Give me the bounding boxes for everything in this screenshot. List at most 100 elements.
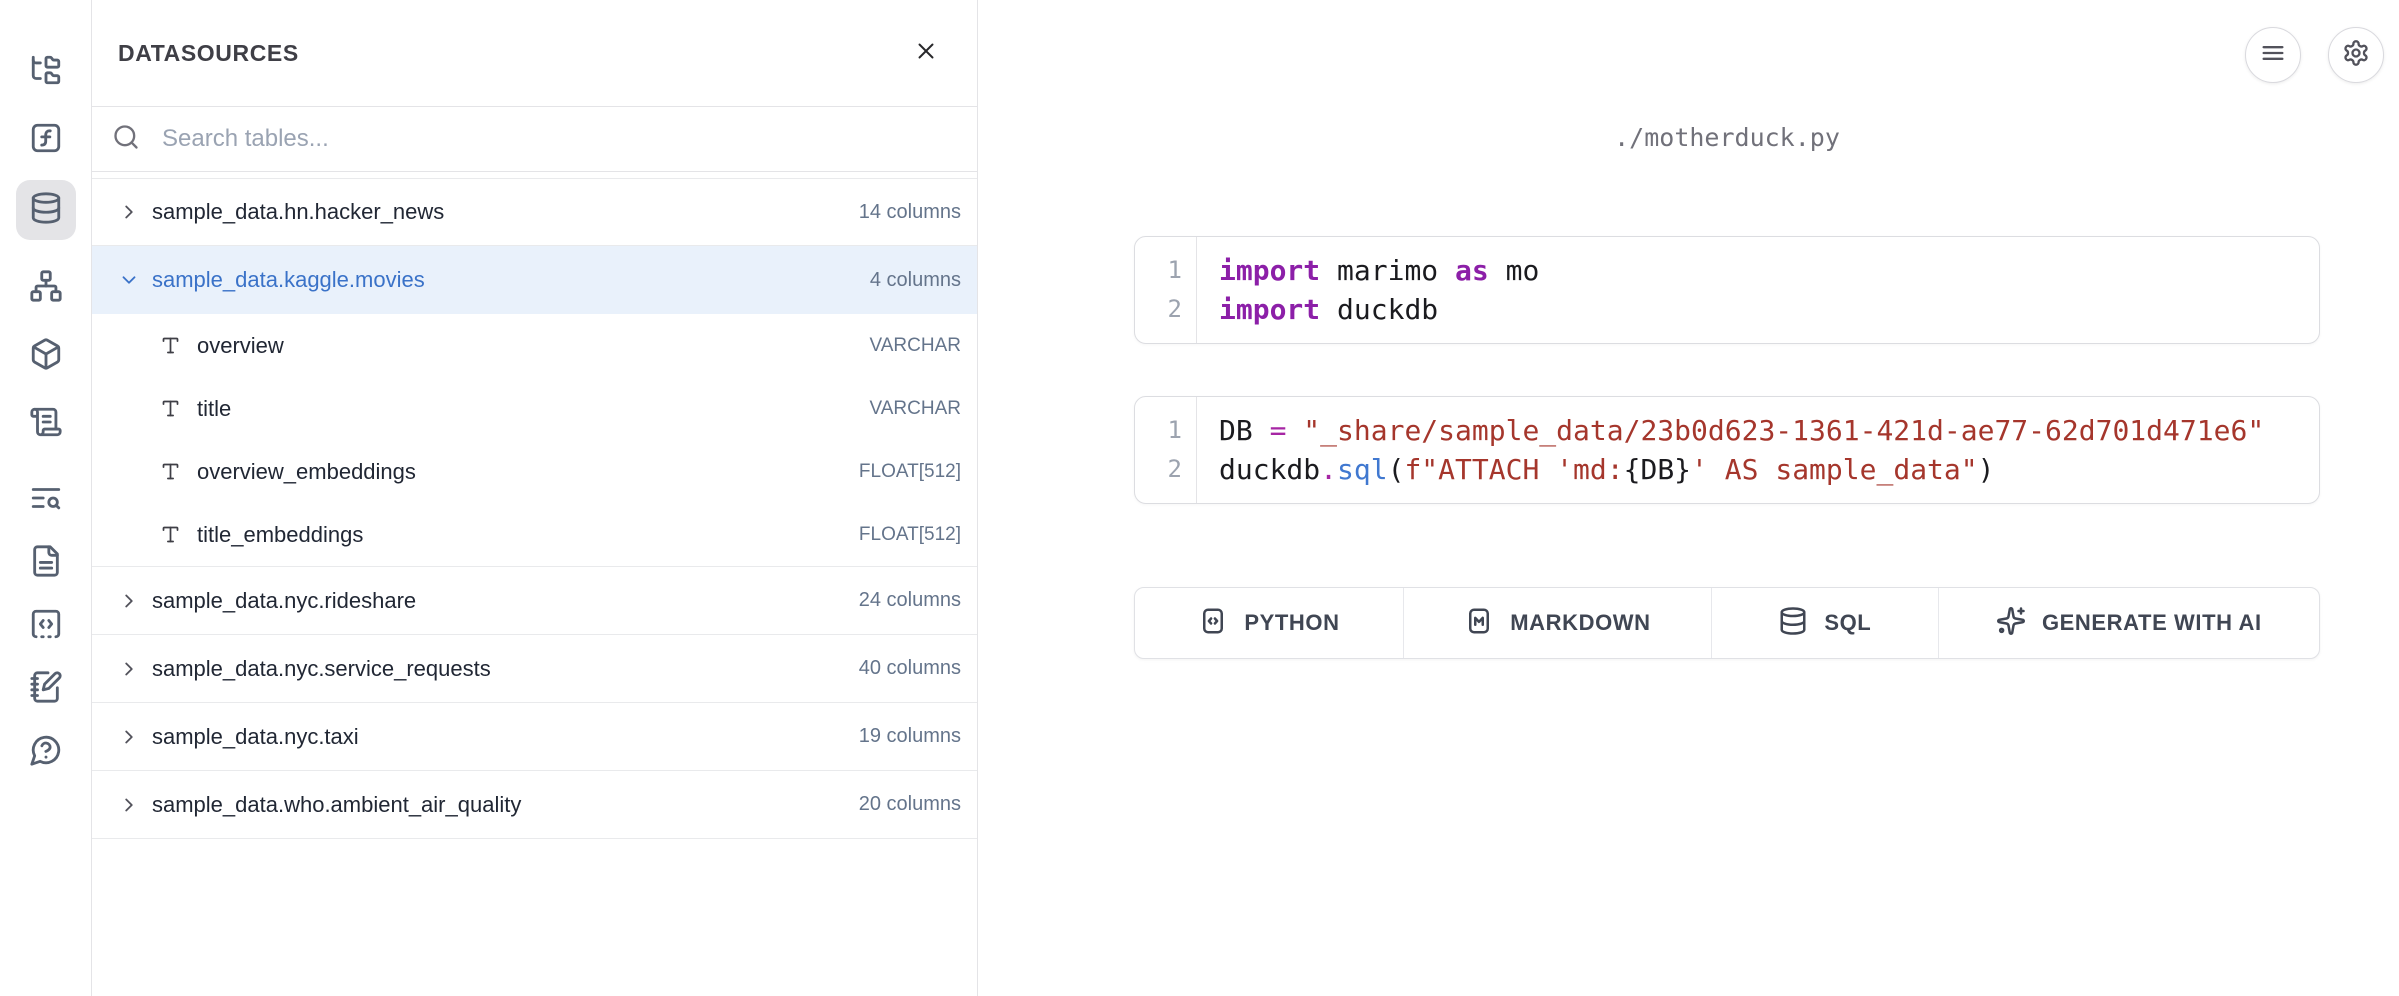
- close-panel-button[interactable]: [911, 38, 941, 68]
- column-row[interactable]: title VARCHAR: [92, 377, 977, 440]
- sparkles-icon: [1996, 606, 2026, 641]
- database-icon: [1778, 606, 1808, 641]
- text-type-icon: [160, 398, 181, 419]
- text-type-icon: [160, 461, 181, 482]
- sidebar-item-notebook[interactable]: [28, 671, 64, 707]
- table-row[interactable]: sample_data.nyc.taxi 19 columns: [92, 703, 977, 771]
- sidebar-item-datasources[interactable]: [16, 180, 76, 240]
- chevron-right-icon: [118, 726, 140, 748]
- sidebar-item-dependency-graph[interactable]: [28, 270, 64, 306]
- code-snippet-icon: [29, 607, 63, 646]
- search-icon: [112, 123, 140, 156]
- add-python-label: PYTHON: [1244, 610, 1339, 636]
- table-column-count: 4 columns: [870, 269, 961, 292]
- panel-title: DATASOURCES: [118, 40, 299, 67]
- top-actions: [2245, 27, 2384, 83]
- notebook-filename[interactable]: ./motherduck.py: [1134, 122, 2320, 154]
- text-type-icon: [160, 335, 181, 356]
- close-icon: [913, 38, 939, 69]
- markdown-square-icon: [1464, 606, 1494, 641]
- table-column-count: 14 columns: [859, 201, 961, 224]
- python-code-square-icon: [1198, 606, 1228, 641]
- package-box-icon: [29, 337, 63, 376]
- sidebar-item-snippets[interactable]: [28, 608, 64, 644]
- column-row[interactable]: overview VARCHAR: [92, 314, 977, 377]
- chevron-right-icon: [118, 590, 140, 612]
- code-editor[interactable]: DB = "_share/sample_data/23b0d623-1361-4…: [1197, 397, 2319, 503]
- table-name: sample_data.kaggle.movies: [152, 267, 870, 293]
- column-name: overview_embeddings: [197, 459, 859, 485]
- notebook-pen-icon: [29, 670, 63, 709]
- table-column-count: 20 columns: [859, 793, 961, 816]
- code-line: import marimo as mo: [1219, 251, 2319, 290]
- line-number-gutter: 1 2: [1135, 397, 1197, 503]
- column-row[interactable]: title_embeddings FLOAT[512]: [92, 503, 977, 566]
- sidebar-item-logs[interactable]: [28, 406, 64, 442]
- code-editor[interactable]: import marimo as mo import duckdb: [1197, 237, 2319, 343]
- sidebar-item-file-explorer[interactable]: [28, 54, 64, 90]
- line-number: 2: [1135, 290, 1182, 329]
- column-name: title: [197, 396, 870, 422]
- column-type: FLOAT[512]: [859, 461, 961, 483]
- column-type: FLOAT[512]: [859, 524, 961, 546]
- menu-icon: [2259, 39, 2287, 72]
- code-cell[interactable]: 1 2 import marimo as mo import duckdb: [1134, 236, 2320, 344]
- add-python-cell-button[interactable]: PYTHON: [1135, 588, 1404, 658]
- function-square-icon: [29, 121, 63, 160]
- code-line: import duckdb: [1219, 290, 2319, 329]
- column-name: title_embeddings: [197, 522, 859, 548]
- add-sql-cell-button[interactable]: SQL: [1712, 588, 1939, 658]
- datasources-panel: DATASOURCES sample_data.hn.hacker_news 1…: [92, 0, 978, 996]
- panel-header: DATASOURCES: [92, 0, 977, 107]
- file-tree-icon: [29, 53, 63, 92]
- sidebar-item-helper-functions[interactable]: [28, 122, 64, 158]
- column-row[interactable]: overview_embeddings FLOAT[512]: [92, 440, 977, 503]
- gear-icon: [2342, 39, 2370, 72]
- add-markdown-cell-button[interactable]: MARKDOWN: [1404, 588, 1712, 658]
- table-name: sample_data.hn.hacker_news: [152, 199, 859, 225]
- add-sql-label: SQL: [1824, 610, 1871, 636]
- sidebar-item-scratchpad[interactable]: [28, 482, 64, 518]
- add-cell-bar: PYTHON MARKDOWN SQL GENERATE WITH AI: [1134, 587, 2320, 659]
- file-text-icon: [29, 544, 63, 583]
- sidebar-item-help[interactable]: [28, 734, 64, 770]
- database-icon: [29, 191, 63, 230]
- table-row-selected[interactable]: sample_data.kaggle.movies 4 columns: [92, 246, 977, 314]
- table-row[interactable]: sample_data.nyc.rideshare 24 columns: [92, 567, 977, 635]
- text-type-icon: [160, 524, 181, 545]
- column-type: VARCHAR: [870, 335, 962, 357]
- activity-bar: [0, 0, 92, 996]
- line-number: 2: [1135, 450, 1182, 489]
- table-columns-group: overview VARCHAR title VARCHAR overview_…: [92, 314, 977, 567]
- settings-button[interactable]: [2328, 27, 2384, 83]
- chevron-right-icon: [118, 794, 140, 816]
- table-row[interactable]: sample_data.who.ambient_air_quality 20 c…: [92, 771, 977, 839]
- table-name: sample_data.who.ambient_air_quality: [152, 792, 859, 818]
- line-number-gutter: 1 2: [1135, 237, 1197, 343]
- chevron-right-icon: [118, 658, 140, 680]
- column-name: overview: [197, 333, 870, 359]
- marimo-app: DATASOURCES sample_data.hn.hacker_news 1…: [0, 0, 2399, 996]
- sidebar-item-packages[interactable]: [28, 338, 64, 374]
- table-row[interactable]: sample_data.hn.hacker_news 14 columns: [92, 178, 977, 246]
- generate-with-ai-button[interactable]: GENERATE WITH AI: [1939, 588, 2319, 658]
- table-column-count: 40 columns: [859, 657, 961, 680]
- table-name: sample_data.nyc.rideshare: [152, 588, 859, 614]
- code-line: DB = "_share/sample_data/23b0d623-1361-4…: [1219, 411, 2319, 450]
- line-number: 1: [1135, 251, 1182, 290]
- column-type: VARCHAR: [870, 398, 962, 420]
- chevron-down-icon: [118, 269, 140, 291]
- line-number: 1: [1135, 411, 1182, 450]
- table-row[interactable]: sample_data.nyc.service_requests 40 colu…: [92, 635, 977, 703]
- scroll-text-icon: [29, 405, 63, 444]
- table-name: sample_data.nyc.service_requests: [152, 656, 859, 682]
- code-cell[interactable]: 1 2 DB = "_share/sample_data/23b0d623-13…: [1134, 396, 2320, 504]
- search-bar: [92, 107, 977, 172]
- notebook-area: ./motherduck.py 1 2 import marimo as mo …: [978, 0, 2399, 996]
- search-tables-input[interactable]: [162, 125, 957, 153]
- table-list: sample_data.hn.hacker_news 14 columns sa…: [92, 178, 977, 839]
- table-column-count: 19 columns: [859, 725, 961, 748]
- notebook-menu-button[interactable]: [2245, 27, 2301, 83]
- network-icon: [29, 269, 63, 308]
- sidebar-item-documentation[interactable]: [28, 545, 64, 581]
